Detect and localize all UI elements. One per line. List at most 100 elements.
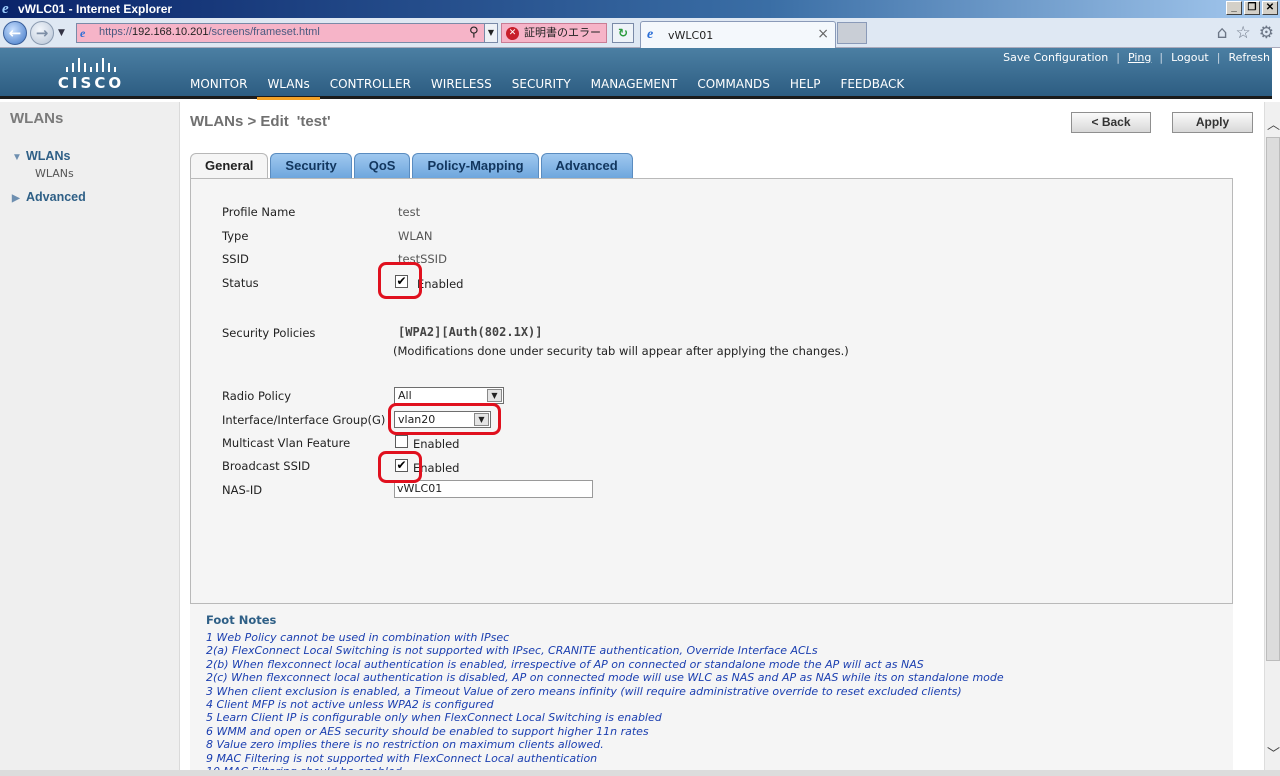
- interface-select[interactable]: vlan20 ▼: [394, 411, 491, 428]
- footnote-item: 2(b) When flexconnect local authenticati…: [206, 657, 924, 671]
- nav-security[interactable]: SECURITY: [512, 77, 571, 99]
- close-window-button[interactable]: ✕: [1262, 1, 1278, 15]
- tab-qos[interactable]: QoS: [353, 153, 411, 178]
- footnote-item: 8 Value zero implies there is no restric…: [206, 738, 604, 752]
- tab-ie-icon: e: [647, 27, 654, 42]
- nas-id-label: NAS-ID: [222, 483, 263, 497]
- tab-security[interactable]: Security: [270, 153, 352, 178]
- apply-button[interactable]: Apply: [1172, 112, 1253, 133]
- vertical-scrollbar[interactable]: ︿ ﹀: [1264, 102, 1280, 776]
- cert-error-label: 証明書のエラー: [524, 26, 601, 39]
- multicast-vlan-checkbox[interactable]: [395, 435, 408, 448]
- nav-monitor[interactable]: MONITOR: [190, 77, 247, 99]
- chevron-down-icon: ▼: [474, 413, 489, 426]
- history-dropdown-icon[interactable]: ▼: [58, 28, 68, 38]
- sidebar-title: WLANs: [10, 110, 64, 127]
- certificate-error-button[interactable]: ✕ 証明書のエラー: [501, 23, 607, 43]
- breadcrumb: WLANs > Edit: [190, 113, 289, 130]
- tab-title: vWLC01: [668, 29, 714, 42]
- window-controls: _ ❐ ✕: [1226, 1, 1278, 15]
- address-dropdown-icon[interactable]: ▼: [484, 24, 497, 42]
- save-configuration-link[interactable]: Save Configuration: [1003, 51, 1108, 64]
- footnotes: Foot Notes 1 Web Policy cannot be used i…: [190, 604, 1233, 776]
- main-content: WLANs > Edit 'test' < Back Apply General …: [181, 102, 1264, 776]
- radio-policy-select[interactable]: All ▼: [394, 387, 504, 404]
- nas-id-input[interactable]: vWLC01: [394, 480, 593, 498]
- multicast-vlan-enabled-label: Enabled: [413, 437, 460, 451]
- sidebar-subitem-wlans[interactable]: WLANs: [35, 167, 74, 180]
- chevron-down-icon: ▼: [487, 389, 502, 402]
- restore-button[interactable]: ❐: [1244, 1, 1260, 15]
- tab-close-icon[interactable]: ×: [817, 26, 829, 42]
- footnote-item: 4 Client MFP is not active unless WPA2 i…: [206, 698, 494, 712]
- scroll-up-icon[interactable]: ︿: [1267, 114, 1280, 133]
- minimize-button[interactable]: _: [1226, 1, 1242, 15]
- logout-link[interactable]: Logout: [1171, 51, 1209, 64]
- new-tab-button[interactable]: [837, 22, 867, 44]
- tab-policy-mapping[interactable]: Policy-Mapping: [412, 153, 539, 178]
- status-checkbox[interactable]: ✔: [395, 275, 408, 288]
- sidebar-item-label: Advanced: [26, 190, 86, 204]
- footnote-item: 2(c) When flexconnect local authenticati…: [206, 671, 1004, 685]
- browser-tab[interactable]: e vWLC01 ×: [640, 21, 836, 48]
- tab-general[interactable]: General: [190, 153, 269, 179]
- type-label: Type: [222, 229, 249, 243]
- window-title: vWLC01 - Internet Explorer: [18, 2, 173, 16]
- search-icon[interactable]: ⚲: [469, 25, 479, 40]
- browser-tools: ⌂ ☆ ⚙: [1217, 23, 1274, 43]
- forward-arrow-icon[interactable]: →: [30, 21, 54, 45]
- radio-policy-label: Radio Policy: [222, 389, 292, 403]
- address-url[interactable]: https://192.168.10.201/screens/frameset.…: [99, 26, 320, 38]
- wlc-header: CISCO Save Configuration | Ping | Logout…: [0, 48, 1272, 100]
- scroll-down-icon[interactable]: ﹀: [1267, 743, 1280, 762]
- cisco-bars-icon: [56, 57, 126, 72]
- profile-name-value: test: [398, 205, 421, 219]
- nav-help[interactable]: HELP: [790, 77, 821, 99]
- footnote-item: 2(a) FlexConnect Local Switching is not …: [206, 644, 818, 658]
- footnote-item: 1 Web Policy cannot be used in combinati…: [206, 631, 510, 644]
- browser-navbar: ← → ▼ e https://192.168.10.201/screens/f…: [0, 18, 1280, 48]
- broadcast-ssid-checkbox[interactable]: ✔: [395, 459, 408, 472]
- sidebar-item-advanced[interactable]: ▶ Advanced: [12, 190, 86, 204]
- page-title: WLANs > Edit 'test': [190, 113, 331, 130]
- expanded-triangle-icon: ▼: [12, 152, 22, 163]
- ssid-value: testSSID: [398, 252, 447, 266]
- security-policies-value: [WPA2][Auth(802.1X)]: [398, 325, 543, 339]
- security-policies-label: Security Policies: [222, 326, 316, 340]
- back-button[interactable]: < Back: [1071, 112, 1151, 133]
- wlan-name: 'test': [296, 113, 331, 130]
- address-bar[interactable]: e https://192.168.10.201/screens/framese…: [76, 23, 498, 43]
- page-icon: e: [80, 26, 86, 40]
- tab-advanced[interactable]: Advanced: [540, 153, 633, 178]
- home-icon[interactable]: ⌂: [1217, 23, 1228, 43]
- nav-controller[interactable]: CONTROLLER: [330, 77, 411, 99]
- status-bar: [0, 770, 1280, 776]
- refresh-icon[interactable]: ↻: [612, 23, 634, 43]
- scroll-thumb[interactable]: [1266, 137, 1280, 661]
- broadcast-ssid-enabled-label: Enabled: [413, 461, 460, 475]
- nav-wireless[interactable]: WIRELESS: [431, 77, 492, 99]
- general-panel: Profile Name test Type WLAN SSID testSSI…: [190, 178, 1233, 604]
- refresh-link[interactable]: Refresh: [1228, 51, 1270, 64]
- ssid-label: SSID: [222, 252, 249, 266]
- nav-management[interactable]: MANAGEMENT: [591, 77, 678, 99]
- broadcast-ssid-label: Broadcast SSID: [222, 459, 311, 473]
- back-arrow-icon[interactable]: ←: [3, 21, 27, 45]
- nav-feedback[interactable]: FEEDBACK: [840, 77, 904, 99]
- footnote-item: 5 Learn Client IP is configurable only w…: [206, 711, 662, 725]
- sidebar-item-label: WLANs: [26, 149, 71, 163]
- footnote-item: 3 When client exclusion is enabled, a Ti…: [206, 684, 962, 698]
- cisco-logo: CISCO: [56, 57, 126, 91]
- utility-nav: Save Configuration | Ping | Logout | Ref…: [1003, 51, 1270, 64]
- nav-commands[interactable]: COMMANDS: [697, 77, 770, 99]
- nav-wlans[interactable]: WLANs: [257, 77, 321, 100]
- ping-link[interactable]: Ping: [1128, 51, 1151, 64]
- wlan-tabs: General Security QoS Policy-Mapping Adva…: [190, 153, 635, 179]
- sidebar-item-wlans[interactable]: ▼ WLANs: [12, 149, 70, 163]
- interface-label: Interface/Interface Group(G): [222, 413, 386, 427]
- settings-gear-icon[interactable]: ⚙: [1259, 23, 1274, 43]
- favorites-star-icon[interactable]: ☆: [1236, 23, 1251, 43]
- footnote-item: 6 WMM and open or AES security should be…: [206, 724, 649, 738]
- footnotes-list: 1 Web Policy cannot be used in combinati…: [206, 631, 1004, 776]
- status-enabled-label: Enabled: [417, 277, 464, 291]
